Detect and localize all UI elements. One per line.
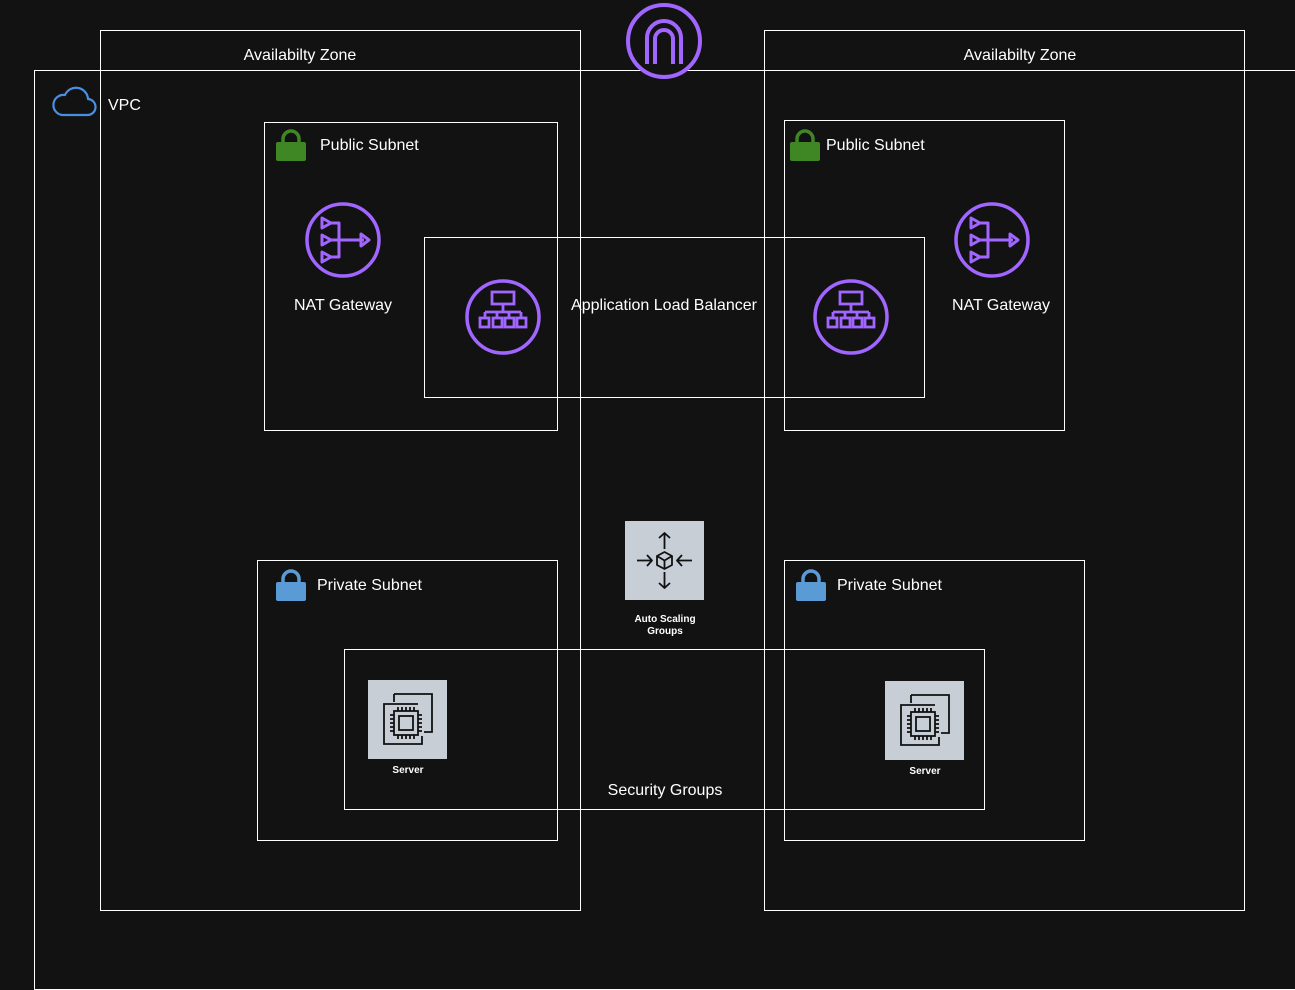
vpc-label: VPC bbox=[108, 97, 141, 114]
private-subnet-1-label: Private Subnet bbox=[317, 577, 422, 594]
nat-gateway-icon bbox=[304, 201, 382, 279]
nat-gateway-2-label: NAT Gateway bbox=[951, 297, 1051, 314]
public-subnet-2-label: Public Subnet bbox=[826, 137, 925, 154]
auto-scaling-label-line1: Auto Scaling bbox=[634, 614, 696, 625]
green-lock-icon bbox=[275, 128, 307, 162]
private-subnet-2-label: Private Subnet bbox=[837, 577, 942, 594]
internet-gateway-icon bbox=[625, 2, 703, 80]
server-2-label: Server bbox=[909, 766, 941, 777]
cloud-icon bbox=[51, 84, 97, 118]
ec2-instance-icon bbox=[885, 681, 964, 760]
load-balancer-icon bbox=[812, 278, 890, 356]
blue-lock-icon bbox=[795, 568, 827, 602]
auto-scaling-icon bbox=[625, 521, 704, 600]
load-balancer-icon bbox=[464, 278, 542, 356]
nat-gateway-icon bbox=[953, 201, 1031, 279]
security-groups-label: Security Groups bbox=[607, 782, 723, 799]
blue-lock-icon bbox=[275, 568, 307, 602]
ec2-instance-icon bbox=[368, 680, 447, 759]
load-balancer-label: Application Load Balancer bbox=[571, 297, 757, 314]
green-lock-icon bbox=[789, 128, 821, 162]
availability-zone-2-label: Availabilty Zone bbox=[963, 47, 1077, 64]
auto-scaling-label-line2: Groups bbox=[647, 626, 683, 637]
nat-gateway-1-label: NAT Gateway bbox=[293, 297, 393, 314]
public-subnet-1-label: Public Subnet bbox=[320, 137, 419, 154]
server-1-label: Server bbox=[392, 765, 424, 776]
availability-zone-1-label: Availabilty Zone bbox=[243, 47, 357, 64]
